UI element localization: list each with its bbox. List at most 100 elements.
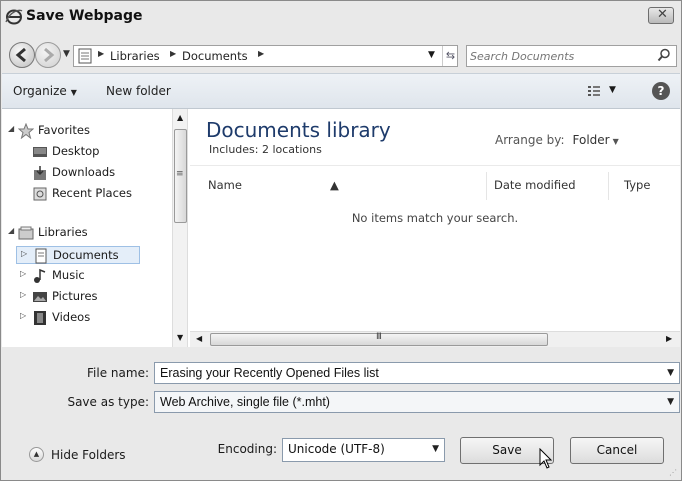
recent-places-icon <box>33 187 47 201</box>
save-as-type-label: Save as type: <box>67 395 149 409</box>
libraries-icon <box>18 226 34 240</box>
address-dropdown-icon[interactable]: ▼ <box>428 50 435 60</box>
column-header-type[interactable]: Type <box>624 178 650 192</box>
tree-item-documents[interactable]: ▷ Documents <box>16 246 140 264</box>
title-bar: Save Webpage ✕ <box>1 1 681 37</box>
tree-item-downloads[interactable]: Downloads <box>22 164 168 182</box>
breadcrumb-separator-icon[interactable]: ▶ <box>170 49 176 58</box>
navigation-pane-scrollbar[interactable]: ▲ ≡ ▼ <box>172 109 188 347</box>
tree-item-label: Music <box>52 268 85 282</box>
forward-button[interactable] <box>35 42 61 68</box>
file-name-value[interactable]: Erasing your Recently Opened Files list <box>160 366 379 380</box>
star-icon <box>18 123 34 139</box>
tree-item-label: Desktop <box>52 144 100 158</box>
column-divider[interactable] <box>608 172 609 200</box>
expand-icon[interactable]: ◢ <box>8 226 14 235</box>
refresh-icon[interactable]: ⇆ <box>442 46 458 66</box>
collapse-icon[interactable]: ▷ <box>20 269 26 278</box>
chevron-down-icon: ▼ <box>70 88 77 97</box>
address-bar[interactable]: ▶ Libraries ▶ Documents ▶ ▼ ⇆ <box>73 45 458 67</box>
tree-item-label: Pictures <box>52 289 98 303</box>
encoding-value[interactable]: Unicode (UTF-8) <box>288 442 385 456</box>
collapse-icon[interactable]: ▷ <box>20 311 26 320</box>
tree-item-pictures[interactable]: ▷ Pictures <box>16 288 140 306</box>
file-name-combobox[interactable]: Erasing your Recently Opened Files list … <box>154 362 680 384</box>
collapse-up-icon: ▲ <box>29 447 44 462</box>
back-arrow-icon <box>15 47 26 63</box>
back-button[interactable] <box>9 42 35 68</box>
expand-icon[interactable]: ◢ <box>8 124 14 133</box>
breadcrumb-separator-icon[interactable]: ▶ <box>258 49 264 58</box>
chevron-down-icon[interactable]: ▼ <box>613 137 619 146</box>
library-subtitle[interactable]: Includes: 2 locations <box>209 143 322 156</box>
file-name-label: File name: <box>87 366 149 380</box>
horizontal-scrollbar[interactable]: ◀ III ▶ <box>190 331 680 347</box>
tree-item-libraries[interactable]: ◢ Libraries <box>8 224 168 242</box>
breadcrumb-separator-icon[interactable]: ▶ <box>98 49 104 58</box>
view-options-icon[interactable] <box>587 84 601 98</box>
close-icon: ✕ <box>657 7 668 22</box>
scroll-thumb[interactable]: III <box>210 332 548 346</box>
chevron-down-icon[interactable]: ▼ <box>667 397 674 407</box>
mouse-cursor-icon <box>539 448 553 469</box>
arrange-by-label: Arrange by: <box>495 133 565 147</box>
save-as-type-select[interactable]: Web Archive, single file (*.mht) ▼ <box>154 391 680 413</box>
column-headers: ▲ Name Date modified Type <box>190 165 680 203</box>
desktop-icon <box>33 147 47 157</box>
tree-item-music[interactable]: ▷ Music <box>16 267 140 285</box>
internet-explorer-icon <box>5 9 23 25</box>
file-list-pane: Documents library Includes: 2 locations … <box>190 109 680 347</box>
chevron-down-icon[interactable]: ▼ <box>667 368 674 378</box>
tree-item-videos[interactable]: ▷ Videos <box>16 309 140 327</box>
cancel-button[interactable]: Cancel <box>570 437 664 464</box>
grip-icon: III <box>376 332 382 342</box>
arrange-by: Arrange by: Folder ▼ <box>495 133 619 147</box>
column-header-name[interactable]: Name <box>208 178 242 192</box>
breadcrumb-documents[interactable]: Documents <box>182 49 248 63</box>
forward-arrow-icon <box>44 47 55 63</box>
tree-item-label: Downloads <box>52 165 116 179</box>
collapse-icon[interactable]: ▷ <box>21 249 27 258</box>
save-as-type-value[interactable]: Web Archive, single file (*.mht) <box>160 395 330 409</box>
recent-pages-dropdown-icon[interactable]: ▼ <box>63 49 70 59</box>
column-header-date-modified[interactable]: Date modified <box>494 178 576 192</box>
help-icon[interactable]: ? <box>652 82 670 100</box>
downloads-icon <box>34 166 46 180</box>
tree-item-favorites[interactable]: ◢ Favorites <box>8 122 168 140</box>
sort-indicator-icon: ▲ <box>330 178 339 192</box>
navigation-pane: ◢ Favorites Desktop Downloads Recent Pla… <box>2 109 172 347</box>
command-toolbar: Organize ▼ New folder ▼ ? <box>2 73 680 109</box>
resize-grip-icon[interactable]: ⋰ <box>669 468 677 477</box>
tree-item-label: Documents <box>53 248 119 262</box>
close-button[interactable]: ✕ <box>648 7 674 24</box>
new-folder-button[interactable]: New folder <box>106 84 171 98</box>
tree-item-label: Favorites <box>38 123 90 137</box>
document-library-icon <box>78 48 92 64</box>
arrange-by-value[interactable]: Folder <box>573 133 610 147</box>
search-icon[interactable] <box>657 48 671 62</box>
tree-item-recent-places[interactable]: Recent Places <box>22 185 168 203</box>
scroll-up-icon[interactable]: ▲ <box>177 113 183 122</box>
scroll-down-icon[interactable]: ▼ <box>177 333 183 342</box>
documents-icon <box>35 248 47 264</box>
collapse-icon[interactable]: ▷ <box>20 290 26 299</box>
hide-folders-button[interactable]: ▲ Hide Folders <box>29 445 139 465</box>
scroll-right-icon[interactable]: ▶ <box>666 334 672 343</box>
search-input[interactable] <box>470 48 650 64</box>
browser-body: ◢ Favorites Desktop Downloads Recent Pla… <box>2 109 680 347</box>
breadcrumb-libraries[interactable]: Libraries <box>110 49 160 63</box>
chevron-down-icon[interactable]: ▼ <box>432 444 439 454</box>
encoding-select[interactable]: Unicode (UTF-8) ▼ <box>282 438 445 462</box>
library-title: Documents library <box>206 118 391 142</box>
organize-button[interactable]: Organize ▼ <box>13 84 77 98</box>
pictures-icon <box>33 292 47 302</box>
search-box[interactable] <box>466 45 677 67</box>
tree-item-label: Recent Places <box>52 186 132 200</box>
encoding-label: Encoding: <box>217 442 277 456</box>
scroll-left-icon[interactable]: ◀ <box>196 334 202 343</box>
view-dropdown-icon[interactable]: ▼ <box>609 85 616 95</box>
videos-icon <box>34 311 46 325</box>
tree-item-desktop[interactable]: Desktop <box>22 143 168 161</box>
grip-icon: ≡ <box>176 169 184 179</box>
column-divider[interactable] <box>486 172 487 200</box>
